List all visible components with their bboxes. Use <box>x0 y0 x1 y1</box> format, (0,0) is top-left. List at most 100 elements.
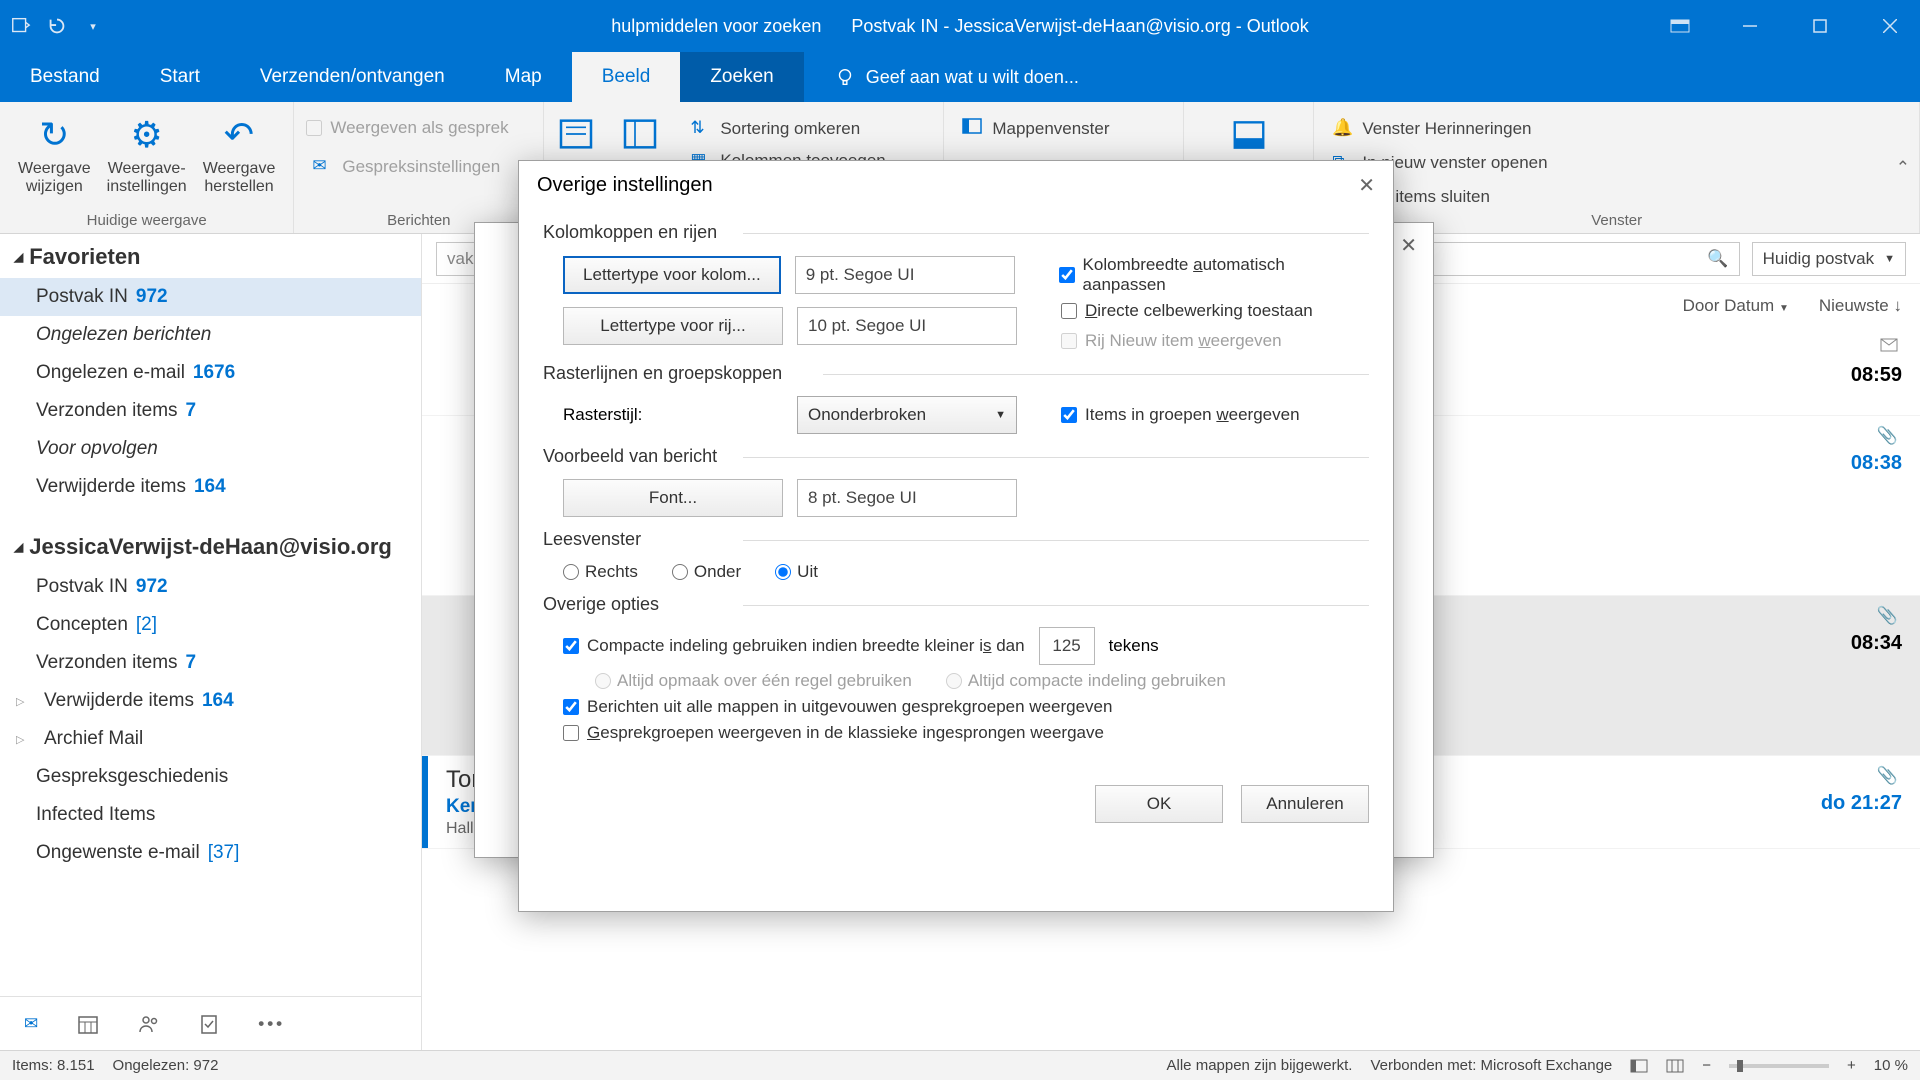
people-nav-icon[interactable] <box>138 1014 160 1034</box>
attachment-icon: 📎 <box>1877 606 1898 626</box>
conversation-settings-button[interactable]: ✉Gespreksinstellingen <box>306 152 506 182</box>
zoom-out-icon[interactable]: − <box>1702 1057 1711 1074</box>
always-compact-radio: Altijd compacte indeling gebruiken <box>946 671 1226 691</box>
chevron-down-icon: ▼ <box>1884 253 1895 265</box>
folder-deleted-acct[interactable]: ▷Verwijderde items 164 <box>0 682 421 720</box>
show-as-conversation-checkbox[interactable]: Weergeven als gesprek <box>306 118 508 138</box>
undo-icon[interactable] <box>46 15 68 37</box>
collapse-ribbon-icon[interactable]: ⌃ <box>1896 158 1910 178</box>
tab-send-receive[interactable]: Verzenden/ontvangen <box>230 52 475 102</box>
minimize-icon[interactable] <box>1730 11 1770 41</box>
single-line-radio: Altijd opmaak over één regel gebruiken <box>595 671 912 691</box>
change-view-button[interactable]: ↻Weergave wijzigen <box>12 110 97 200</box>
column-font-button[interactable]: Lettertype voor kolom... <box>563 256 781 294</box>
compact-layout-checkbox[interactable]: Compacte indeling gebruiken indien breed… <box>563 636 1025 656</box>
folder-sent[interactable]: Verzonden items 7 <box>0 392 421 430</box>
ribbon-tab-strip: Bestand Start Verzenden/ontvangen Map Be… <box>0 52 1920 102</box>
folder-inbox[interactable]: Postvak IN 972 <box>0 278 421 316</box>
folder-drafts[interactable]: Concepten [2] <box>0 606 421 644</box>
classic-indent-checkbox[interactable]: Gesprekgroepen weergeven in de klassieke… <box>563 723 1104 743</box>
row-font-display[interactable] <box>797 307 1017 345</box>
folder-junk[interactable]: Ongewenste e-mail [37] <box>0 834 421 872</box>
expand-icon[interactable]: ▷ <box>16 733 28 746</box>
pane-icon <box>962 118 984 140</box>
attachment-icon: 📎 <box>1877 426 1898 446</box>
more-nav-icon[interactable]: ••• <box>258 1014 285 1034</box>
maximize-icon[interactable] <box>1800 11 1840 41</box>
title-bar: ▾ hulpmiddelen voor zoeken Postvak IN - … <box>0 0 1920 52</box>
close-icon[interactable]: ✕ <box>1358 173 1375 198</box>
account-header[interactable]: ◢JessicaVerwijst-deHaan@visio.org <box>0 524 421 568</box>
folder-conversation-history[interactable]: Gespreksgeschiedenis <box>0 758 421 796</box>
bell-icon: 🔔 <box>1332 118 1354 140</box>
zoom-slider[interactable] <box>1729 1064 1829 1068</box>
status-item-count: Items: 8.151 <box>12 1057 95 1074</box>
people-pane-icon <box>1228 114 1270 156</box>
search-scope-dropdown[interactable]: Huidig postvak ▼ <box>1752 242 1906 276</box>
sort-by-button[interactable]: Door Datum ▼ <box>1683 296 1789 316</box>
folder-deleted[interactable]: Verwijderde items 164 <box>0 468 421 506</box>
swap-icon: ⇅ <box>690 118 712 140</box>
reset-view-button[interactable]: ↶Weergave herstellen <box>197 110 282 200</box>
tell-me-search[interactable]: Geef aan wat u wilt doen... <box>804 52 1079 102</box>
sort-direction-button[interactable]: Nieuwste ↓ <box>1819 296 1902 316</box>
zoom-in-icon[interactable]: + <box>1847 1057 1856 1074</box>
group-message-preview: Voorbeeld van bericht <box>543 440 1369 473</box>
nav-footer: ✉ ••• <box>0 996 421 1050</box>
incell-edit-checkbox[interactable]: Directe celbewerking toestaan <box>1061 301 1313 321</box>
row-font-button[interactable]: Lettertype voor rij... <box>563 307 783 345</box>
close-icon[interactable]: ✕ <box>1400 233 1417 258</box>
group-other-options: Overige opties <box>543 588 1369 621</box>
view-settings-button[interactable]: ⚙Weergave- instellingen <box>101 110 193 200</box>
folder-pane-button[interactable]: Mappenvenster <box>956 114 1115 144</box>
message-preview-icon[interactable] <box>556 114 596 154</box>
favorites-header[interactable]: ◢Favorieten <box>0 234 421 278</box>
view-reading-icon[interactable] <box>1666 1059 1684 1073</box>
undo-arrrow-icon: ↶ <box>218 114 260 156</box>
tab-search[interactable]: Zoeken <box>680 52 803 102</box>
tasks-nav-icon[interactable] <box>200 1014 218 1034</box>
window-controls <box>1660 11 1910 41</box>
folder-unread-messages[interactable]: Ongelezen berichten <box>0 316 421 354</box>
reminders-window-button[interactable]: 🔔Venster Herinneringen <box>1326 114 1537 144</box>
reading-off-radio[interactable]: Uit <box>775 562 818 582</box>
ok-button[interactable]: OK <box>1095 785 1223 823</box>
tab-view[interactable]: Beeld <box>572 52 681 102</box>
folder-sent-acct[interactable]: Verzonden items 7 <box>0 644 421 682</box>
mail-nav-icon[interactable]: ✉ <box>24 1014 38 1034</box>
send-receive-icon[interactable] <box>10 15 32 37</box>
chevron-down-icon: ▼ <box>995 409 1006 421</box>
tab-folder[interactable]: Map <box>475 52 572 102</box>
bulb-icon <box>834 66 856 88</box>
reverse-sort-button[interactable]: ⇅Sortering omkeren <box>684 114 891 144</box>
reading-bottom-radio[interactable]: Onder <box>672 562 741 582</box>
preview-font-button[interactable]: Font... <box>563 479 783 517</box>
folder-unread-mail[interactable]: Ongelezen e-mail 1676 <box>0 354 421 392</box>
ribbon-group-current-view: ↻Weergave wijzigen ⚙Weergave- instelling… <box>0 102 294 233</box>
folder-archive[interactable]: ▷Archief Mail <box>0 720 421 758</box>
search-icon[interactable]: 🔍 <box>1707 249 1728 269</box>
tab-home[interactable]: Start <box>130 52 230 102</box>
cancel-button[interactable]: Annuleren <box>1241 785 1369 823</box>
grid-style-combo[interactable]: Ononderbroken▼ <box>797 396 1017 434</box>
ribbon-options-icon[interactable] <box>1660 11 1700 41</box>
column-font-display[interactable] <box>795 256 1015 294</box>
draft-reply-icon <box>1880 338 1898 352</box>
reading-right-radio[interactable]: Rechts <box>563 562 638 582</box>
customize-qat-icon[interactable]: ▾ <box>82 15 104 37</box>
status-sync: Alle mappen zijn bijgewerkt. <box>1167 1057 1353 1074</box>
column-list-icon[interactable] <box>620 114 660 154</box>
calendar-nav-icon[interactable] <box>78 1014 98 1034</box>
show-all-folders-checkbox[interactable]: Berichten uit alle mappen in uitgevouwen… <box>563 697 1112 717</box>
folder-inbox-acct[interactable]: Postvak IN 972 <box>0 568 421 606</box>
close-icon[interactable] <box>1870 11 1910 41</box>
folder-follow-up[interactable]: Voor opvolgen <box>0 430 421 468</box>
tab-file[interactable]: Bestand <box>0 52 130 102</box>
show-groups-checkbox[interactable]: Items in groepen weergeven <box>1061 405 1300 425</box>
group-gridlines: Rasterlijnen en groepskoppen <box>543 357 1369 390</box>
view-normal-icon[interactable] <box>1630 1059 1648 1073</box>
preview-font-display[interactable] <box>797 479 1017 517</box>
compact-width-input[interactable] <box>1039 627 1095 665</box>
expand-icon[interactable]: ▷ <box>16 695 28 708</box>
folder-infected[interactable]: Infected Items <box>0 796 421 834</box>
